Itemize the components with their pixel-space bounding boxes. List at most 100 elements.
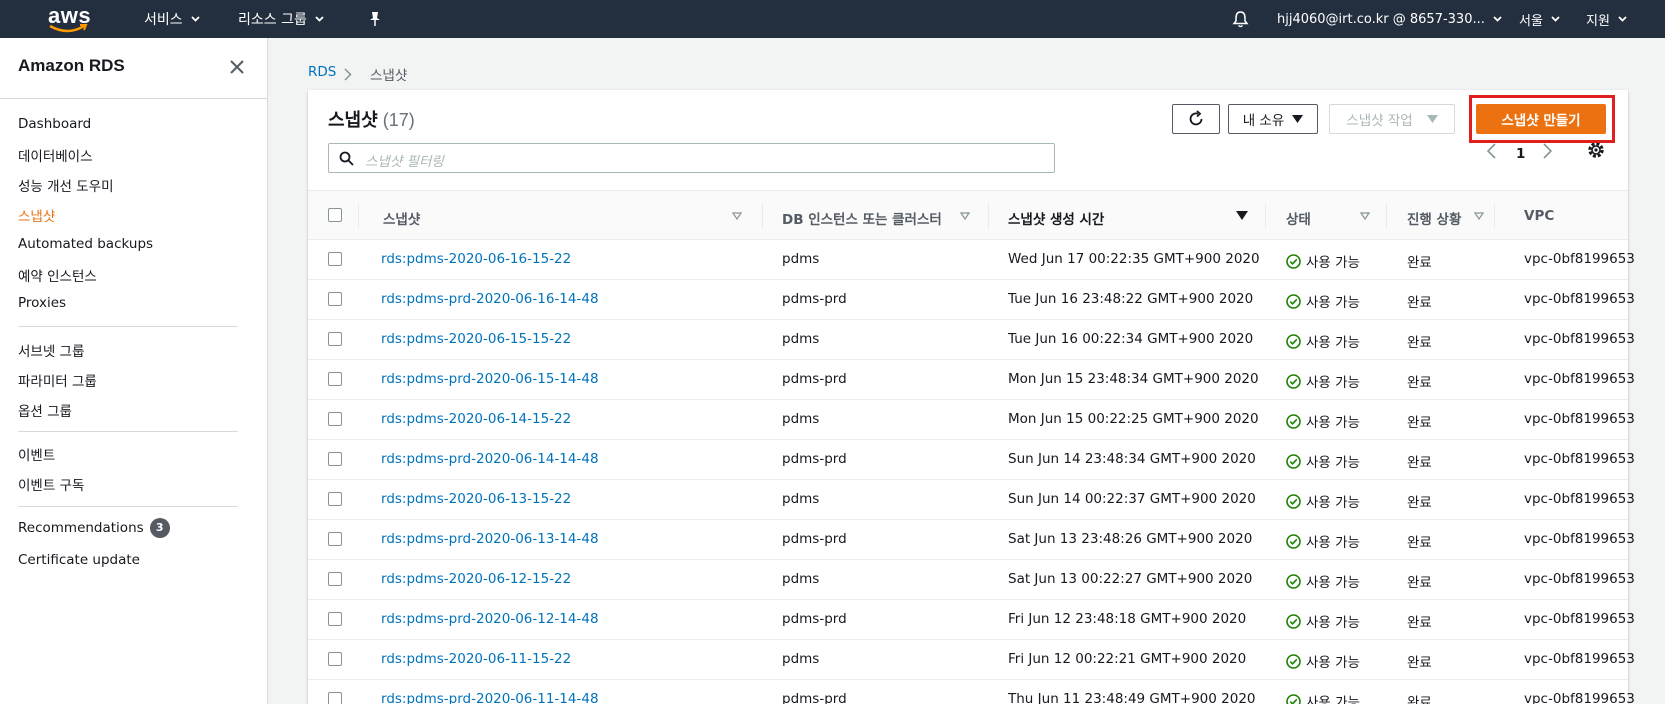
account-menu[interactable]: hjj4060@irt.co.kr @ 8657-330... (1277, 0, 1502, 38)
sidebar-item-proxies[interactable]: Proxies (18, 295, 66, 311)
gear-icon[interactable] (1587, 141, 1605, 159)
sidebar-item-option-groups[interactable]: 옵션 그룹 (18, 400, 72, 420)
row-checkbox[interactable] (328, 332, 342, 346)
sidebar-item-performance-insights[interactable]: 성능 개선 도우미 (18, 175, 114, 195)
vpc-cell: vpc-0bf8199653 (1524, 651, 1635, 667)
resource-groups-menu[interactable]: 리소스 그룹 (238, 0, 324, 38)
status-cell: 사용 가능 (1286, 491, 1360, 511)
region-menu[interactable]: 서울 (1519, 0, 1560, 38)
page-number[interactable]: 1 (1516, 146, 1525, 162)
sort-icon[interactable] (732, 212, 742, 220)
sidebar-item-certificate-update[interactable]: Certificate update (18, 552, 140, 568)
snapshot-link[interactable]: rds:pdms-2020-06-13-15-22 (381, 491, 571, 507)
pin-icon[interactable] (368, 0, 382, 38)
row-checkbox[interactable] (328, 252, 342, 266)
owner-filter-dropdown[interactable]: 내 소유 (1228, 104, 1318, 134)
sort-icon[interactable] (1474, 212, 1484, 220)
row-checkbox[interactable] (328, 572, 342, 586)
snapshot-link[interactable]: rds:pdms-2020-06-15-15-22 (381, 331, 571, 347)
chevron-down-icon (1551, 16, 1560, 22)
support-menu[interactable]: 지원 (1586, 0, 1627, 38)
sort-icon[interactable] (1360, 212, 1370, 220)
refresh-button[interactable] (1172, 104, 1220, 134)
table-row[interactable]: rds:pdms-prd-2020-06-14-14-48 pdms-prd Sun… (308, 440, 1635, 480)
sidebar-item-snapshots[interactable]: 스냅샷 (18, 205, 55, 225)
snapshot-actions-dropdown[interactable]: 스냅샷 작업 (1329, 104, 1455, 134)
vpc-cell: vpc-0bf8199653 (1524, 371, 1635, 387)
snapshot-link[interactable]: rds:pdms-2020-06-12-15-22 (381, 571, 571, 587)
table-row[interactable]: rds:pdms-prd-2020-06-16-14-48 pdms-prd Tue… (308, 280, 1635, 320)
column-header-progress[interactable]: 진행 상황 (1407, 208, 1461, 228)
services-menu[interactable]: 서비스 (144, 0, 200, 38)
row-checkbox[interactable] (328, 452, 342, 466)
snapshot-link[interactable]: rds:pdms-2020-06-14-15-22 (381, 411, 571, 427)
row-checkbox[interactable] (328, 532, 342, 546)
table-row[interactable]: rds:pdms-prd-2020-06-15-14-48 pdms-prd Mon… (308, 360, 1635, 400)
progress-cell: 완료 (1407, 335, 1432, 351)
vpc-cell: vpc-0bf8199653 (1524, 491, 1635, 507)
snapshot-link[interactable]: rds:pdms-prd-2020-06-11-14-48 (381, 691, 599, 704)
snapshot-link[interactable]: rds:pdms-prd-2020-06-15-14-48 (381, 371, 599, 387)
row-checkbox[interactable] (328, 652, 342, 666)
table-row[interactable]: rds:pdms-prd-2020-06-11-14-48 pdms-prd Thu… (308, 680, 1635, 704)
sort-desc-icon[interactable] (1236, 211, 1248, 220)
snapshot-link[interactable]: rds:pdms-prd-2020-06-13-14-48 (381, 531, 599, 547)
chevron-down-icon (191, 16, 200, 22)
row-checkbox[interactable] (328, 292, 342, 306)
status-text: 사용 가능 (1306, 655, 1360, 671)
chevron-right-icon[interactable] (1541, 143, 1553, 159)
table-row[interactable]: rds:pdms-2020-06-16-15-22 pdms Wed Jun 17 … (308, 240, 1635, 280)
table-row[interactable]: rds:pdms-2020-06-14-15-22 pdms Mon Jun 15 … (308, 400, 1635, 440)
search-input[interactable]: 스냅샷 필터링 (328, 143, 1055, 173)
sidebar-item-automated-backups[interactable]: Automated backups (18, 236, 153, 252)
table-row[interactable]: rds:pdms-2020-06-15-15-22 pdms Tue Jun 16 … (308, 320, 1635, 360)
chevron-right-icon (344, 68, 352, 81)
sidebar-item-subnet-groups[interactable]: 서브넷 그룹 (18, 340, 84, 360)
snapshot-link[interactable]: rds:pdms-prd-2020-06-12-14-48 (381, 611, 599, 627)
row-checkbox[interactable] (328, 612, 342, 626)
progress-cell: 완료 (1407, 695, 1432, 704)
table-row[interactable]: rds:pdms-2020-06-11-15-22 pdms Fri Jun 12 … (308, 640, 1635, 680)
column-header-created-time[interactable]: 스냅샷 생성 시간 (1008, 208, 1104, 228)
sidebar-item-databases[interactable]: 데이터베이스 (18, 145, 93, 165)
row-checkbox[interactable] (328, 492, 342, 506)
sidebar-item-reserved-instances[interactable]: 예약 인스턴스 (18, 265, 97, 285)
table-row[interactable]: rds:pdms-2020-06-12-15-22 pdms Sat Jun 13 … (308, 560, 1635, 600)
column-header-snapshot[interactable]: 스냅샷 (383, 208, 420, 228)
sidebar-item-events[interactable]: 이벤트 (18, 444, 55, 464)
column-header-vpc[interactable]: VPC (1524, 208, 1554, 224)
vpc-cell: vpc-0bf8199653 (1524, 331, 1635, 347)
table-row[interactable]: rds:pdms-prd-2020-06-12-14-48 pdms-prd Fri… (308, 600, 1635, 640)
db-instance: pdms (782, 411, 820, 427)
sidebar-title: Amazon RDS (18, 56, 125, 75)
table-row[interactable]: rds:pdms-2020-06-13-15-22 pdms Sun Jun 14 … (308, 480, 1635, 520)
created-time: Sat Jun 13 23:48:26 GMT+900 2020 (1008, 531, 1253, 547)
row-checkbox[interactable] (328, 692, 342, 704)
sidebar-item-dashboard[interactable]: Dashboard (18, 116, 91, 132)
status-cell: 사용 가능 (1286, 571, 1360, 591)
sidebar-item-recommendations[interactable]: Recommendations 3 (18, 518, 170, 538)
table-row[interactable]: rds:pdms-prd-2020-06-13-14-48 pdms-prd Sat… (308, 520, 1635, 560)
created-time: Thu Jun 11 23:48:49 GMT+900 2020 (1008, 691, 1256, 704)
breadcrumb-rds-link[interactable]: RDS (308, 64, 336, 80)
snapshot-link[interactable]: rds:pdms-prd-2020-06-14-14-48 (381, 451, 599, 467)
sidebar-item-parameter-groups[interactable]: 파라미터 그룹 (18, 370, 97, 390)
row-checkbox[interactable] (328, 412, 342, 426)
sort-icon[interactable] (960, 212, 970, 220)
close-icon[interactable] (228, 58, 246, 76)
snapshot-link[interactable]: rds:pdms-2020-06-11-15-22 (381, 651, 571, 667)
snapshot-link[interactable]: rds:pdms-prd-2020-06-16-14-48 (381, 291, 599, 307)
status-text: 사용 가능 (1306, 295, 1360, 311)
chevron-down-icon (315, 16, 324, 22)
aws-logo[interactable]: aws (46, 3, 92, 35)
column-header-db-instance[interactable]: DB 인스턴스 또는 클러스터 (782, 208, 942, 228)
snapshot-link[interactable]: rds:pdms-2020-06-16-15-22 (381, 251, 571, 267)
sidebar-item-event-subscriptions[interactable]: 이벤트 구독 (18, 474, 84, 494)
bell-icon[interactable] (1232, 0, 1249, 38)
chevron-left-icon[interactable] (1486, 143, 1498, 159)
db-instance: pdms-prd (782, 451, 847, 467)
row-checkbox[interactable] (328, 372, 342, 386)
status-cell: 사용 가능 (1286, 291, 1360, 311)
column-header-status[interactable]: 상태 (1286, 208, 1311, 228)
select-all-checkbox[interactable] (328, 208, 342, 222)
